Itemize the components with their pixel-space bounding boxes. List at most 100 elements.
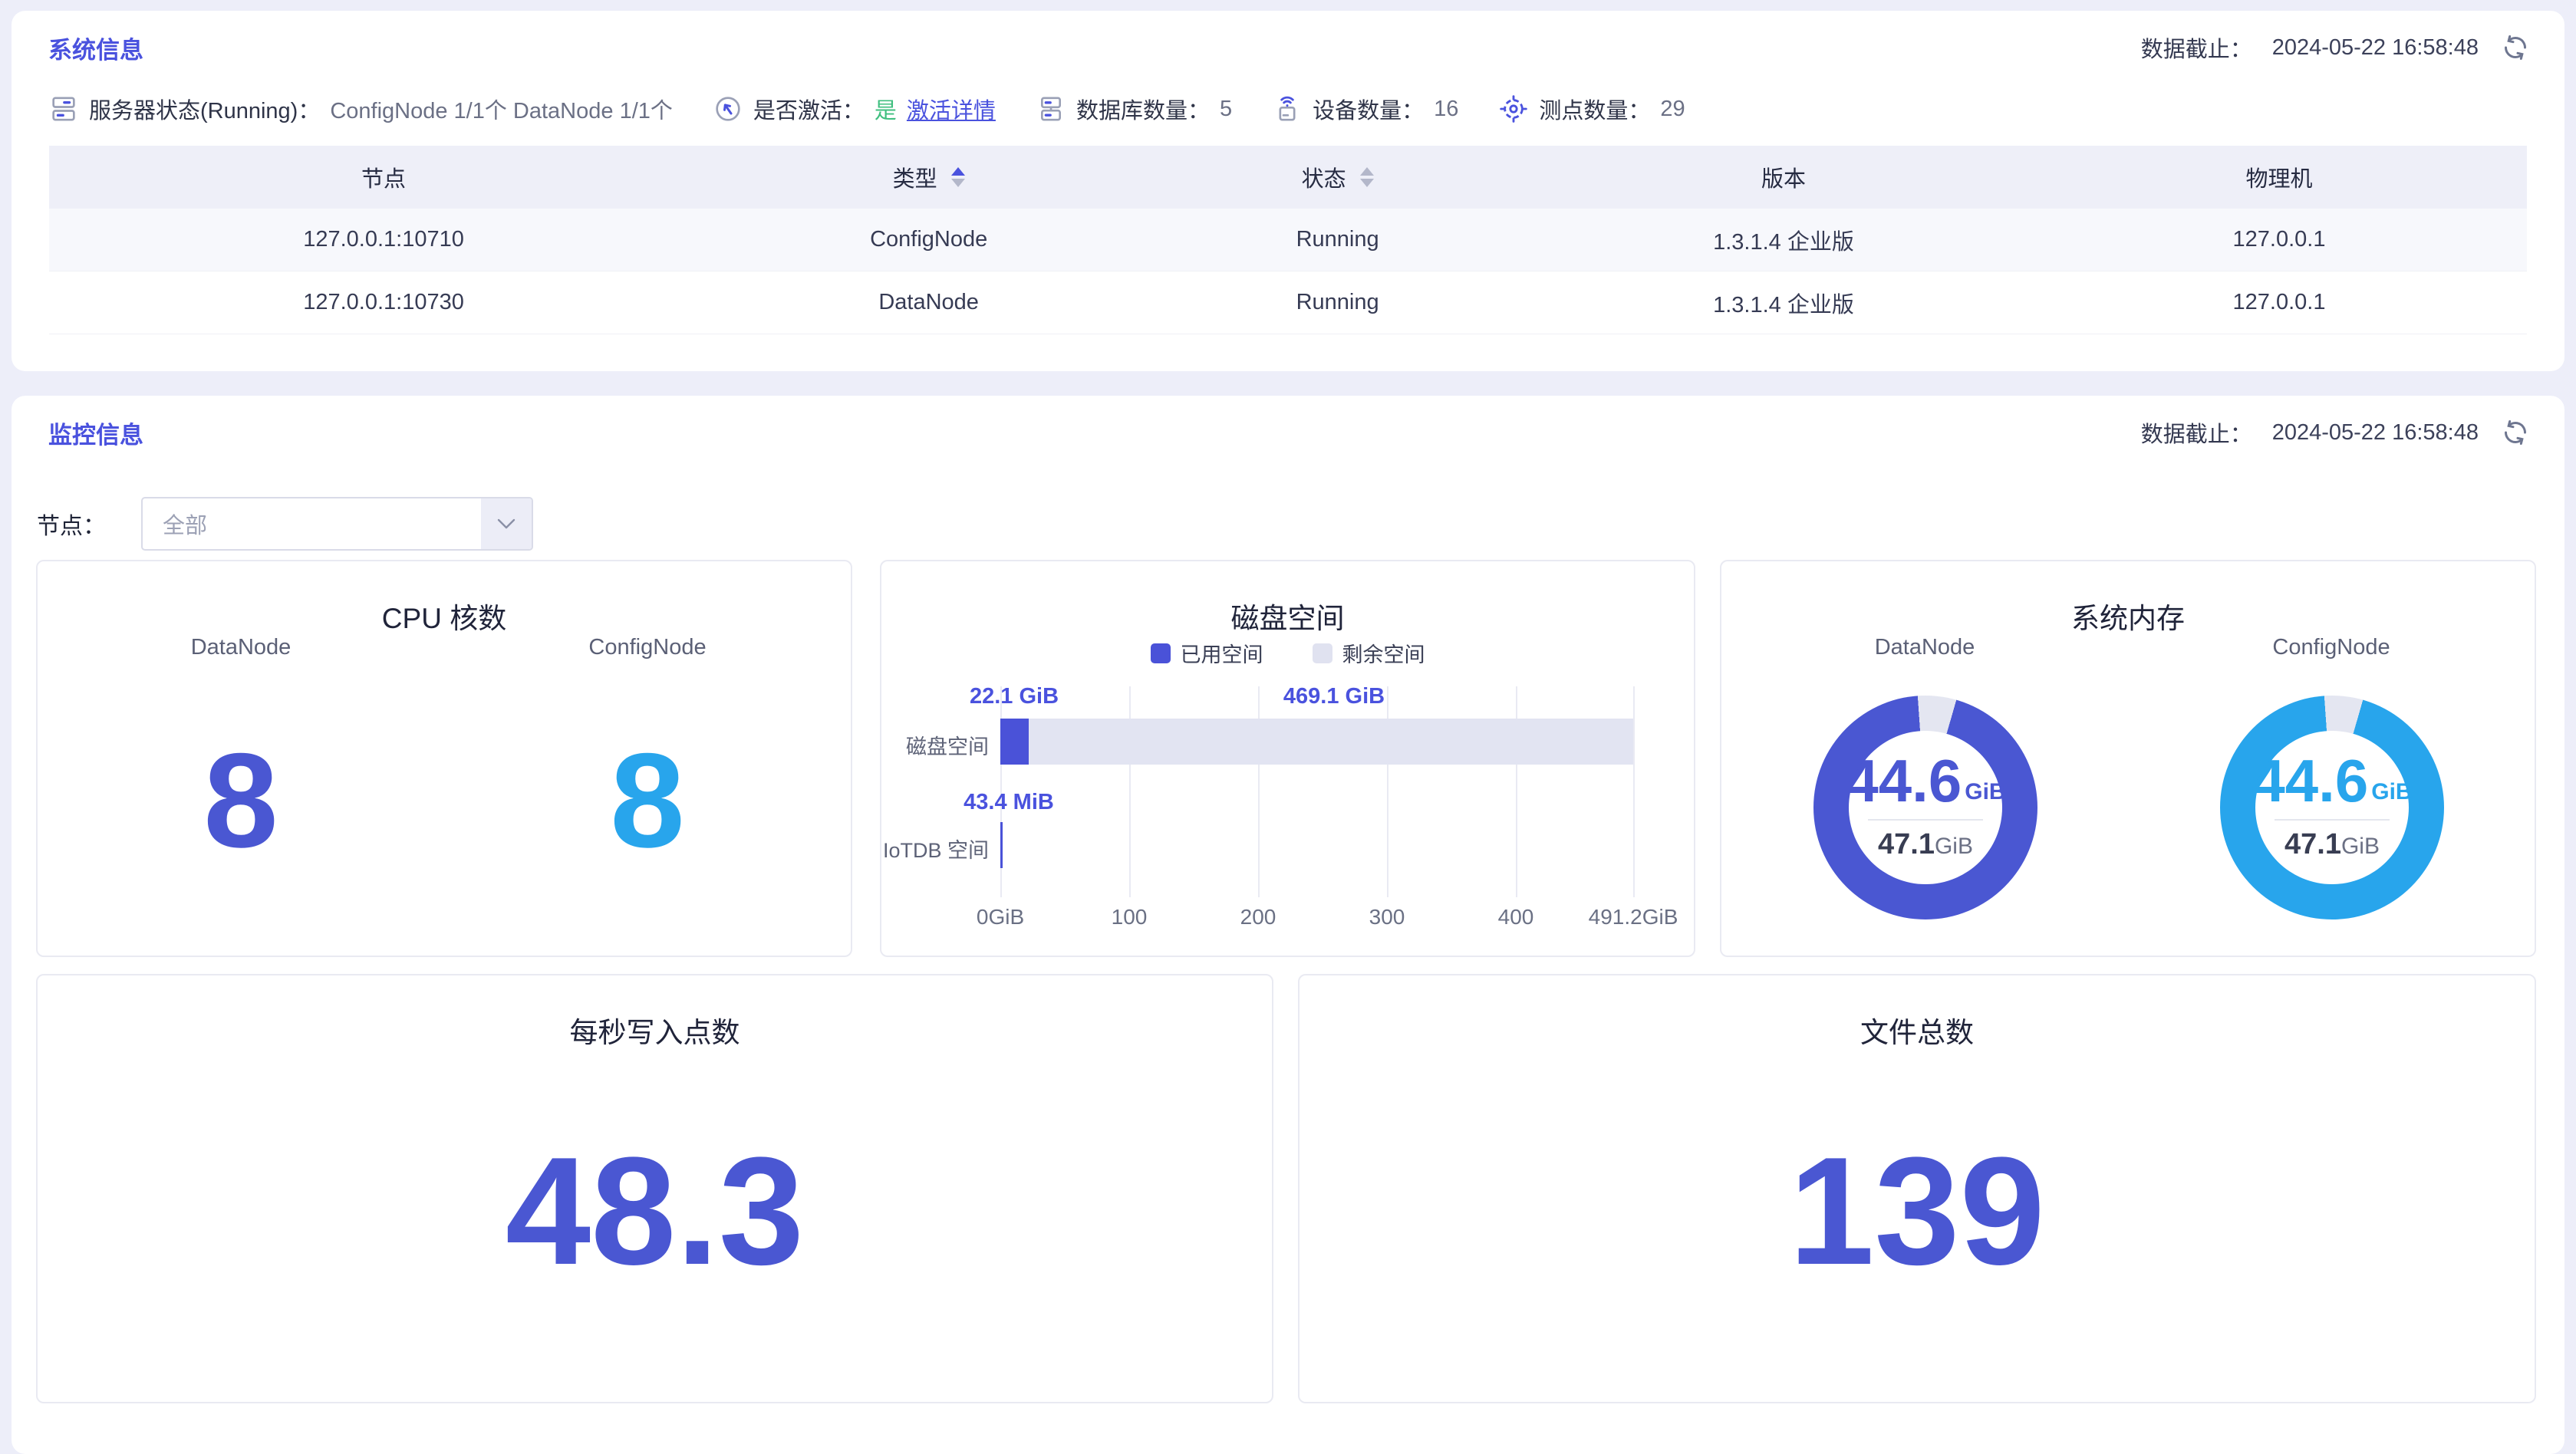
- disk-bar-free-segment[interactable]: [1029, 719, 1633, 765]
- disk-bar: [1000, 719, 1633, 765]
- column-header-status[interactable]: 状态: [1139, 161, 1536, 193]
- write-points-title: 每秒写入点数: [38, 1009, 1272, 1051]
- cpu-datanode-value: 8: [38, 734, 444, 868]
- status-row: 服务器状态(Running)： ConfigNode 1/1个 DataNode…: [48, 90, 1685, 127]
- legend-free-swatch: [1313, 643, 1332, 663]
- node-filter-label: 节点：: [37, 507, 106, 541]
- cell-node: 127.0.0.1:10710: [49, 227, 718, 252]
- refresh-button[interactable]: [2499, 31, 2532, 64]
- cell-type: ConfigNode: [718, 227, 1139, 252]
- activation-icon: [713, 94, 743, 124]
- cell-host: 127.0.0.1: [2031, 290, 2527, 315]
- data-cutoff: 数据截止： 2024-05-22 16:58:48: [2141, 31, 2532, 64]
- disk-legend: 已用空间 剩余空间: [881, 638, 1694, 668]
- memory-confignode-donut[interactable]: 44.6 GiB 47.1GiB: [2220, 696, 2444, 919]
- node-table-header: 节点 类型 状态 版本 物理机: [49, 146, 2527, 209]
- memory-total-unit: GiB: [1935, 834, 1973, 859]
- database-count-label: 数据库数量：: [1076, 93, 1210, 125]
- legend-used[interactable]: 已用空间: [1151, 638, 1263, 668]
- cell-status: Running: [1139, 290, 1536, 315]
- write-points-card: 每秒写入点数 48.3: [36, 974, 1273, 1403]
- donut-center: 44.6 GiB 47.1GiB: [1849, 731, 2002, 884]
- legend-used-label: 已用空间: [1181, 638, 1263, 668]
- device-count-value: 16: [1434, 97, 1458, 122]
- database-icon: [1036, 94, 1066, 124]
- cell-node: 127.0.0.1:10730: [49, 290, 718, 315]
- x-tick: 0GiB: [977, 905, 1024, 929]
- total-files-title: 文件总数: [1300, 1009, 2535, 1051]
- cpu-cores-card: CPU 核数 DataNode 8 ConfigNode 8: [36, 560, 852, 957]
- chevron-down-icon: [496, 518, 516, 530]
- monitor-panel-title: 监控信息: [48, 416, 143, 450]
- gridline: [1633, 686, 1635, 897]
- cpu-confignode-column: ConfigNode 8: [444, 561, 851, 956]
- cpu-datanode-column: DataNode 8: [38, 561, 444, 956]
- database-count-value: 5: [1220, 97, 1232, 122]
- iotdb-bar: [1000, 822, 1633, 868]
- data-cutoff-value: 2024-05-22 16:58:48: [2272, 35, 2479, 61]
- node-table: 节点 类型 状态 版本 物理机 127.0.0.1:10710: [49, 146, 2527, 334]
- x-tick: 491.2GiB: [1589, 905, 1678, 929]
- memory-total-unit: GiB: [2341, 834, 2380, 859]
- memory-confignode-label: ConfigNode: [2128, 635, 2535, 660]
- total-files-value: 139: [1300, 1120, 2535, 1304]
- memory-used-unit: GiB: [1965, 779, 2005, 805]
- x-tick: 200: [1240, 905, 1276, 929]
- disk-card-title: 磁盘空间: [881, 595, 1694, 637]
- activation-label: 是否激活：: [753, 93, 865, 125]
- system-panel-title: 系统信息: [48, 31, 143, 65]
- legend-free[interactable]: 剩余空间: [1313, 638, 1425, 668]
- node-select[interactable]: 全部: [141, 497, 533, 551]
- refresh-button[interactable]: [2499, 416, 2532, 449]
- disk-used-value-label: 22.1 GiB: [970, 684, 1059, 709]
- refresh-icon: [2500, 32, 2531, 63]
- memory-used-unit: GiB: [2371, 779, 2412, 805]
- activation-detail-link[interactable]: 激活详情: [907, 93, 996, 125]
- disk-bar-used-segment[interactable]: [1000, 719, 1029, 765]
- disk-row-label: 磁盘空间: [881, 730, 989, 760]
- device-icon: [1272, 94, 1303, 124]
- legend-used-swatch: [1151, 643, 1171, 663]
- iotdb-bar-used-segment[interactable]: [1000, 822, 1003, 868]
- x-tick: 400: [1498, 905, 1534, 929]
- cell-version: 1.3.1.4 企业版: [1536, 224, 2031, 256]
- cpu-confignode-label: ConfigNode: [444, 635, 851, 660]
- monitor-panel: 监控信息 数据截止： 2024-05-22 16:58:48 节点： 全部: [12, 396, 2564, 1454]
- device-count-item: 设备数量： 16: [1272, 93, 1458, 125]
- sort-icon-type[interactable]: [951, 167, 965, 187]
- total-files-card: 文件总数 139: [1298, 974, 2536, 1403]
- measurement-count-item: 测点数量： 29: [1498, 93, 1685, 125]
- server-icon: [48, 94, 79, 124]
- system-memory-card: 系统内存 DataNode 44.6 GiB 47.1GiB ConfigNod…: [1720, 560, 2536, 957]
- memory-datanode-donut[interactable]: 44.6 GiB 47.1GiB: [1813, 696, 2037, 919]
- cell-type: DataNode: [718, 290, 1139, 315]
- donut-divider: [2275, 819, 2390, 821]
- select-suffix: [481, 498, 532, 549]
- measurement-target-icon: [1498, 94, 1529, 124]
- data-cutoff-value: 2024-05-22 16:58:48: [2272, 420, 2479, 446]
- disk-space-card: 磁盘空间 已用空间 剩余空间 22.1 GiB 469.1 GiB 磁盘空间 4…: [880, 560, 1695, 957]
- x-tick: 100: [1112, 905, 1148, 929]
- server-status-item: 服务器状态(Running)： ConfigNode 1/1个 DataNode…: [48, 93, 673, 125]
- cell-host: 127.0.0.1: [2031, 227, 2527, 252]
- column-header-node: 节点: [49, 161, 718, 193]
- column-header-version: 版本: [1536, 161, 2031, 193]
- cpu-datanode-label: DataNode: [38, 635, 444, 660]
- cell-version: 1.3.1.4 企业版: [1536, 287, 2031, 319]
- device-count-label: 设备数量：: [1313, 93, 1424, 125]
- iotdb-used-value-label: 43.4 MiB: [964, 790, 1054, 815]
- monitor-panel-header: 监控信息 数据截止： 2024-05-22 16:58:48: [48, 414, 2532, 451]
- column-header-host: 物理机: [2031, 161, 2527, 193]
- server-status-value: ConfigNode 1/1个 DataNode 1/1个: [330, 93, 673, 125]
- memory-used-value: 44.6: [1845, 754, 1962, 808]
- memory-confignode-column: ConfigNode 44.6 GiB 47.1GiB: [2128, 561, 2535, 956]
- node-filter-row: 节点： 全部: [37, 497, 533, 551]
- system-panel-header: 系统信息 数据截止： 2024-05-22 16:58:48: [48, 29, 2532, 66]
- server-status-label: 服务器状态(Running)：: [89, 93, 320, 125]
- write-points-value: 48.3: [38, 1120, 1272, 1304]
- measurement-count-value: 29: [1660, 97, 1685, 122]
- donut-divider: [1868, 819, 1983, 821]
- cell-status: Running: [1139, 227, 1536, 252]
- sort-icon-status[interactable]: [1360, 167, 1374, 187]
- column-header-type[interactable]: 类型: [718, 161, 1139, 193]
